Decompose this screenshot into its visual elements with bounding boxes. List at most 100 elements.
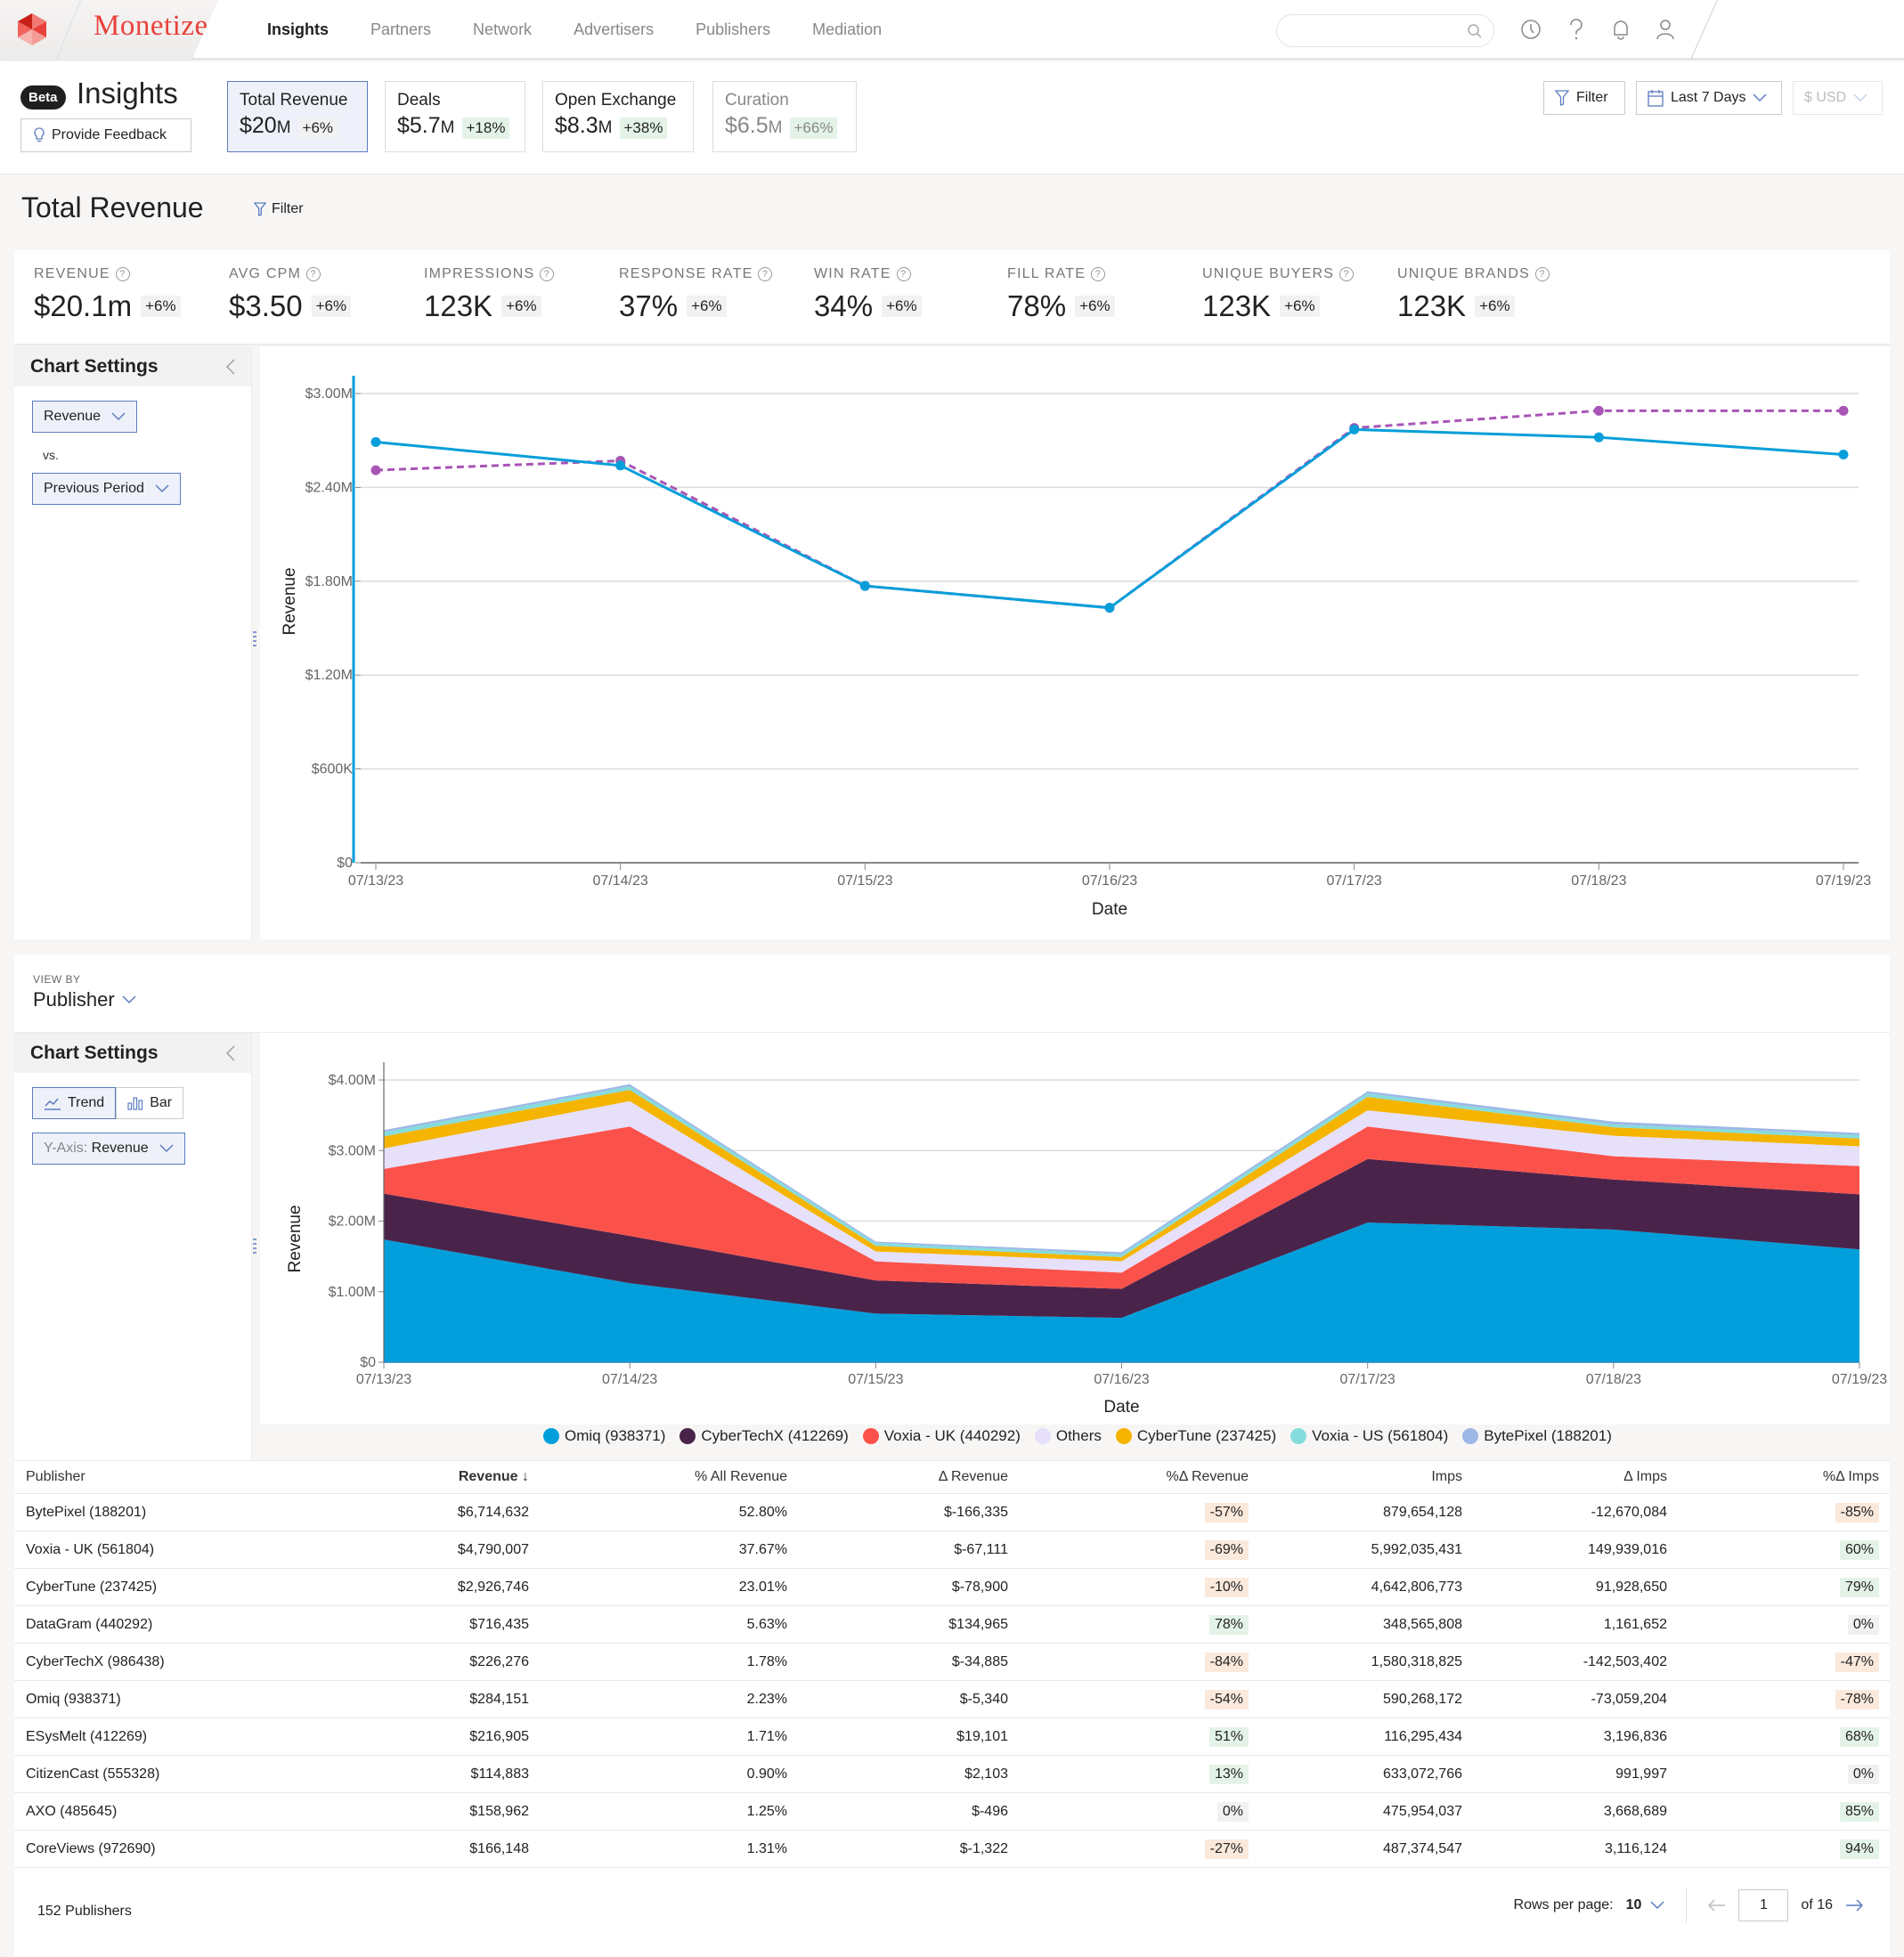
trend-toggle-button[interactable]: Trend — [32, 1087, 117, 1119]
table-cell: $158,962 — [469, 1803, 529, 1819]
notifications-bell-icon[interactable] — [1607, 16, 1634, 43]
help-icon[interactable] — [1563, 16, 1590, 43]
col-header-pct-all-revenue[interactable]: % All Revenue — [540, 1469, 798, 1485]
rows-per-page-value: 10 — [1625, 1897, 1642, 1912]
y-tick-label: $4.00M — [329, 1073, 376, 1088]
help-icon[interactable]: ? — [540, 267, 555, 281]
y-axis-dropdown[interactable]: Y-Axis: Revenue — [32, 1133, 185, 1165]
table-cell: $284,151 — [469, 1691, 529, 1707]
col-header-publisher[interactable]: Publisher — [14, 1469, 335, 1485]
legend-item[interactable]: CyberTechX (412269) — [679, 1427, 849, 1445]
nav-insights[interactable]: Insights — [267, 20, 329, 39]
x-axis-title: Date — [1103, 1398, 1139, 1417]
search-input[interactable] — [1276, 14, 1494, 47]
section-filter-button[interactable]: Filter — [254, 201, 304, 217]
col-header-delta-imps[interactable]: Δ Imps — [1473, 1469, 1678, 1485]
table-cell: 0% — [1678, 1614, 1890, 1635]
change-badge: 0% — [1216, 1801, 1249, 1822]
header-filter-button[interactable]: Filter — [1543, 81, 1625, 115]
nav-mediation[interactable]: Mediation — [812, 20, 882, 39]
next-page-arrow-icon[interactable] — [1845, 1899, 1863, 1912]
table-row[interactable]: Omiq (938371) $284,151 2.23% $-5,340 -54% 590… — [14, 1681, 1890, 1718]
table-row[interactable]: Voxia - UK (561804) $4,790,007 37.67% $-67,… — [14, 1531, 1890, 1569]
help-icon[interactable]: ? — [115, 267, 130, 281]
kpi-card-deals[interactable]: Deals $5.7 M +18% — [385, 81, 525, 152]
metric-dropdown[interactable]: Revenue — [32, 401, 138, 433]
compare-dropdown[interactable]: Previous Period — [32, 473, 181, 505]
help-icon[interactable]: ? — [758, 267, 773, 281]
kpi-unit: M — [440, 118, 455, 137]
chevron-down-icon — [155, 484, 169, 493]
table-cell: $-78,900 — [951, 1579, 1008, 1595]
col-header-revenue[interactable]: Revenue ↓ — [335, 1469, 540, 1485]
resize-handle[interactable] — [253, 1238, 256, 1257]
help-icon[interactable]: ? — [1339, 267, 1355, 281]
rows-per-page-select[interactable]: 10 — [1626, 1897, 1665, 1913]
prev-page-arrow-icon[interactable] — [1708, 1899, 1726, 1912]
resize-handle[interactable] — [253, 630, 256, 650]
collapse-chevron-left-icon[interactable] — [226, 1045, 235, 1061]
table-row[interactable]: CyberTechX (986438) $226,276 1.78% $-34,885… — [14, 1644, 1890, 1681]
lightbulb-icon — [34, 127, 45, 142]
user-profile-icon[interactable] — [1652, 16, 1679, 43]
col-header-delta-revenue[interactable]: Δ Revenue — [798, 1469, 1019, 1485]
table-row[interactable]: CoreViews (972690) $166,148 1.31% $-1,322 -2… — [14, 1831, 1890, 1868]
table-row[interactable]: DataGram (440292) $716,435 5.63% $134,965 78… — [14, 1606, 1890, 1644]
table-cell: 487,374,547 — [1383, 1840, 1462, 1856]
kpi-card-curation[interactable]: Curation $6.5 M +66% — [712, 81, 857, 152]
legend-item[interactable]: CyberTune (237425) — [1115, 1427, 1276, 1445]
table-row[interactable]: CitizenCast (555328) $114,883 0.90% $2,103 1… — [14, 1756, 1890, 1793]
col-header-imps[interactable]: Imps — [1259, 1469, 1473, 1485]
date-range-label: Last 7 Days — [1671, 90, 1746, 105]
legend-item[interactable]: Voxia - UK (440292) — [862, 1427, 1021, 1445]
x-tick-label: 07/15/23 — [837, 873, 892, 889]
date-range-dropdown[interactable]: Last 7 Days — [1636, 81, 1782, 115]
table-row[interactable]: CyberTune (237425) $2,926,746 23.01% $-78,9… — [14, 1569, 1890, 1606]
table-row[interactable]: BytePixel (188201) $6,714,632 52.80% $-166,… — [14, 1494, 1890, 1531]
table-cell: $134,965 — [948, 1616, 1008, 1632]
table-row[interactable]: ESysMelt (412269) $216,905 1.71% $19,101 51%… — [14, 1718, 1890, 1756]
nav-advertisers[interactable]: Advertisers — [574, 20, 654, 39]
history-icon[interactable] — [1518, 16, 1544, 43]
bar-toggle-button[interactable]: Bar — [116, 1087, 184, 1119]
change-badge: 0% — [1847, 1614, 1879, 1635]
page-number-input[interactable]: 1 — [1738, 1889, 1789, 1921]
legend-item[interactable]: BytePixel (188201) — [1462, 1427, 1612, 1445]
y-tick-label: $3.00M — [305, 386, 353, 402]
kpi-card-open-exchange[interactable]: Open Exchange $8.3 M +38% — [542, 81, 694, 152]
help-icon[interactable]: ? — [306, 267, 321, 281]
kpi-card-total-revenue[interactable]: Total Revenue $20 M +6% — [227, 81, 368, 152]
table-cell: BytePixel (188201) — [26, 1504, 147, 1520]
nav-partners[interactable]: Partners — [370, 20, 431, 39]
vs-label: vs. — [43, 448, 59, 462]
help-icon[interactable]: ? — [896, 267, 911, 281]
nav-publishers[interactable]: Publishers — [696, 20, 770, 39]
filter-icon — [254, 202, 266, 216]
table-cell: 23.01% — [738, 1579, 787, 1595]
metric-change: +6% — [1075, 296, 1115, 317]
legend-item[interactable]: Omiq (938371) — [543, 1427, 665, 1445]
currency-dropdown[interactable]: $ USD — [1793, 81, 1883, 115]
collapse-chevron-left-icon[interactable] — [226, 359, 235, 375]
metric-unique-brands: UNIQUE BRANDS? 123K +6% — [1397, 266, 1550, 323]
table-row[interactable]: AXO (485645) $158,962 1.25% $-496 0% 475,954,… — [14, 1793, 1890, 1831]
y-tick-label: $0 — [337, 856, 353, 871]
nav-network[interactable]: Network — [473, 20, 532, 39]
metric-change: +6% — [882, 296, 922, 317]
total-publishers-count: 152 Publishers — [37, 1904, 132, 1919]
data-point — [1593, 432, 1604, 443]
change-badge: -69% — [1204, 1539, 1249, 1560]
view-by-dropdown[interactable]: Publisher — [33, 988, 136, 1011]
table-cell: 1,161,652 — [1603, 1616, 1667, 1632]
help-icon[interactable]: ? — [1091, 267, 1106, 281]
logo-area[interactable]: Monetize — [0, 0, 218, 60]
provide-feedback-button[interactable]: Provide Feedback — [20, 118, 191, 152]
col-header-pct-delta-imps[interactable]: %Δ Imps — [1678, 1469, 1890, 1485]
x-tick-label: 07/16/23 — [1082, 873, 1137, 889]
table-cell: $2,103 — [964, 1766, 1008, 1782]
legend-item[interactable]: Others — [1034, 1427, 1102, 1445]
col-header-pct-delta-revenue[interactable]: %Δ Revenue — [1019, 1469, 1259, 1485]
help-icon[interactable]: ? — [1534, 267, 1550, 281]
legend-item[interactable]: Voxia - US (561804) — [1290, 1427, 1448, 1445]
legend-label: Others — [1055, 1427, 1102, 1444]
